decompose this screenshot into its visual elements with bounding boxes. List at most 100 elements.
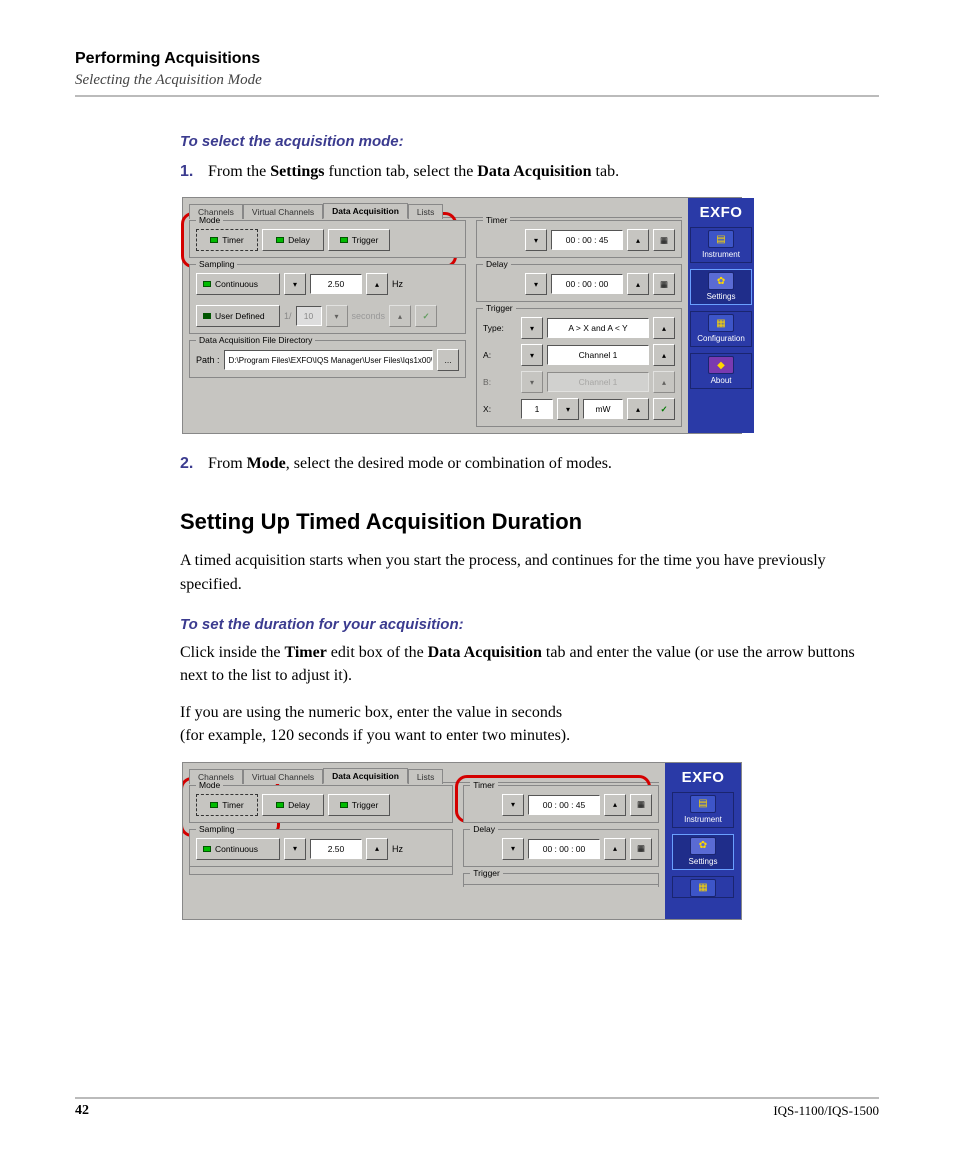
rate-up-button[interactable] [366,838,388,860]
label: Trigger [352,235,379,245]
mode-trigger-button[interactable]: Trigger [328,229,390,251]
timer-field[interactable]: 00 : 00 : 45 [528,795,600,815]
group-title: Mode [196,215,223,225]
delay-up-button[interactable] [604,838,626,860]
status-lamp-icon [210,802,218,808]
nav-settings[interactable]: ✿Settings [672,834,734,870]
timer-keypad-button[interactable]: ▦ [653,229,675,251]
timer-up-button[interactable] [604,794,626,816]
hz-label: Hz [392,844,403,854]
b-down-button [521,371,543,393]
x-apply-button[interactable] [653,398,675,420]
nav-instrument[interactable]: ▤Instrument [690,227,752,263]
unit-label: seconds [352,311,386,321]
label: Delay [288,800,310,810]
configuration-icon: ▦ [708,314,734,332]
b-up-button [653,371,675,393]
a-field[interactable]: Channel 1 [547,345,649,365]
timer-group: Timer 00 : 00 : 45 ▦ [463,785,659,823]
screenshot-1: Channels Virtual Channels Data Acquisiti… [182,197,742,434]
label: Timer [222,800,243,810]
delay-down-button[interactable] [525,273,547,295]
text: From [208,455,247,472]
nav-instrument[interactable]: ▤ Instrument [672,792,734,828]
a-up-button[interactable] [653,344,675,366]
nav-configuration[interactable]: ▦ Configuration [690,311,752,347]
path-field[interactable]: D:\Program Files\EXFO\IQS Manager\User F… [224,350,434,370]
label: Timer [222,235,243,245]
label: Configuration [697,334,745,343]
text: (for example, 120 seconds if you want to… [180,727,570,744]
user-defined-button[interactable]: User Defined [196,305,280,327]
timer-field[interactable]: 00 : 00 : 45 [551,230,623,250]
text: From the [208,163,270,180]
status-lamp-icon [203,846,211,852]
step-number: 2. [180,452,208,475]
group-title: Mode [196,780,223,790]
delay-group: Delay 00 : 00 : 00 ▦ [463,829,659,867]
x-unit-down-button[interactable] [557,398,579,420]
delay-field[interactable]: 00 : 00 : 00 [528,839,600,859]
delay-field[interactable]: 00 : 00 : 00 [551,274,623,294]
configuration-icon: ▦ [690,879,716,897]
nav-settings[interactable]: ✿Settings [690,269,752,305]
tab-virtual-channels[interactable]: Virtual Channels [243,769,323,784]
sampling-group: Sampling Continuous 2.50 Hz [189,829,453,875]
path-label: Path : [196,355,220,365]
status-lamp-icon [203,281,211,287]
nav-configuration[interactable]: ▦ [672,876,734,898]
group-title: Delay [470,824,498,834]
brand-logo: EXFO [700,204,743,221]
group-title: Delay [483,259,511,269]
tab-data-acquisition[interactable]: Data Acquisition [323,203,408,219]
nav-about[interactable]: ◆About [690,353,752,389]
browse-button[interactable]: ... [437,349,459,371]
group-title: Sampling [196,824,237,834]
delay-keypad-button[interactable]: ▦ [630,838,652,860]
timer-keypad-button[interactable]: ▦ [630,794,652,816]
x-unit-field[interactable]: mW [583,399,623,419]
status-lamp-icon [276,802,284,808]
timer-down-button[interactable] [525,229,547,251]
text: , select the desired mode or combination… [286,455,612,472]
type-down-button[interactable] [521,317,543,339]
directory-group: Data Acquisition File Directory Path : D… [189,340,466,378]
label: Instrument [684,815,722,824]
delay-up-button[interactable] [627,273,649,295]
userdef-n-field: 10 [296,306,322,326]
type-up-button[interactable] [653,317,675,339]
timer-up-button[interactable] [627,229,649,251]
trigger-group: Trigger Type: A > X and A < Y A: Channel… [476,308,682,427]
delay-keypad-button[interactable]: ▦ [653,273,675,295]
settings-icon: ✿ [708,272,734,290]
mode-delay-button[interactable]: Delay [262,229,324,251]
continuous-button[interactable]: Continuous [196,838,280,860]
hz-label: Hz [392,279,403,289]
continuous-button[interactable]: Continuous [196,273,280,295]
mode-trigger-button[interactable]: Trigger [328,794,390,816]
mode-delay-button[interactable]: Delay [262,794,324,816]
bold: Mode [247,455,286,472]
mode-timer-button[interactable]: Timer [196,794,258,816]
a-down-button[interactable] [521,344,543,366]
type-field[interactable]: A > X and A < Y [547,318,649,338]
userdef-up-button [389,305,411,327]
timer-down-button[interactable] [502,794,524,816]
rate-field[interactable]: 2.50 [310,274,362,294]
mode-timer-button[interactable]: Timer [196,229,258,251]
instrument-icon: ▤ [690,795,716,813]
side-nav: EXFO ▤Instrument ✿Settings ▦ [665,763,741,919]
userdef-apply-button [415,305,437,327]
x-field[interactable]: 1 [521,399,553,419]
rate-field[interactable]: 2.50 [310,839,362,859]
rate-down-button[interactable] [284,273,306,295]
procedure-heading-1: To select the acquisition mode: [180,133,879,150]
tab-data-acquisition[interactable]: Data Acquisition [323,768,408,784]
rate-down-button[interactable] [284,838,306,860]
delay-down-button[interactable] [502,838,524,860]
rate-up-button[interactable] [366,273,388,295]
tab-lists[interactable]: Lists [408,204,443,219]
tab-lists[interactable]: Lists [408,769,443,784]
tab-virtual-channels[interactable]: Virtual Channels [243,204,323,219]
x-unit-up-button[interactable] [627,398,649,420]
